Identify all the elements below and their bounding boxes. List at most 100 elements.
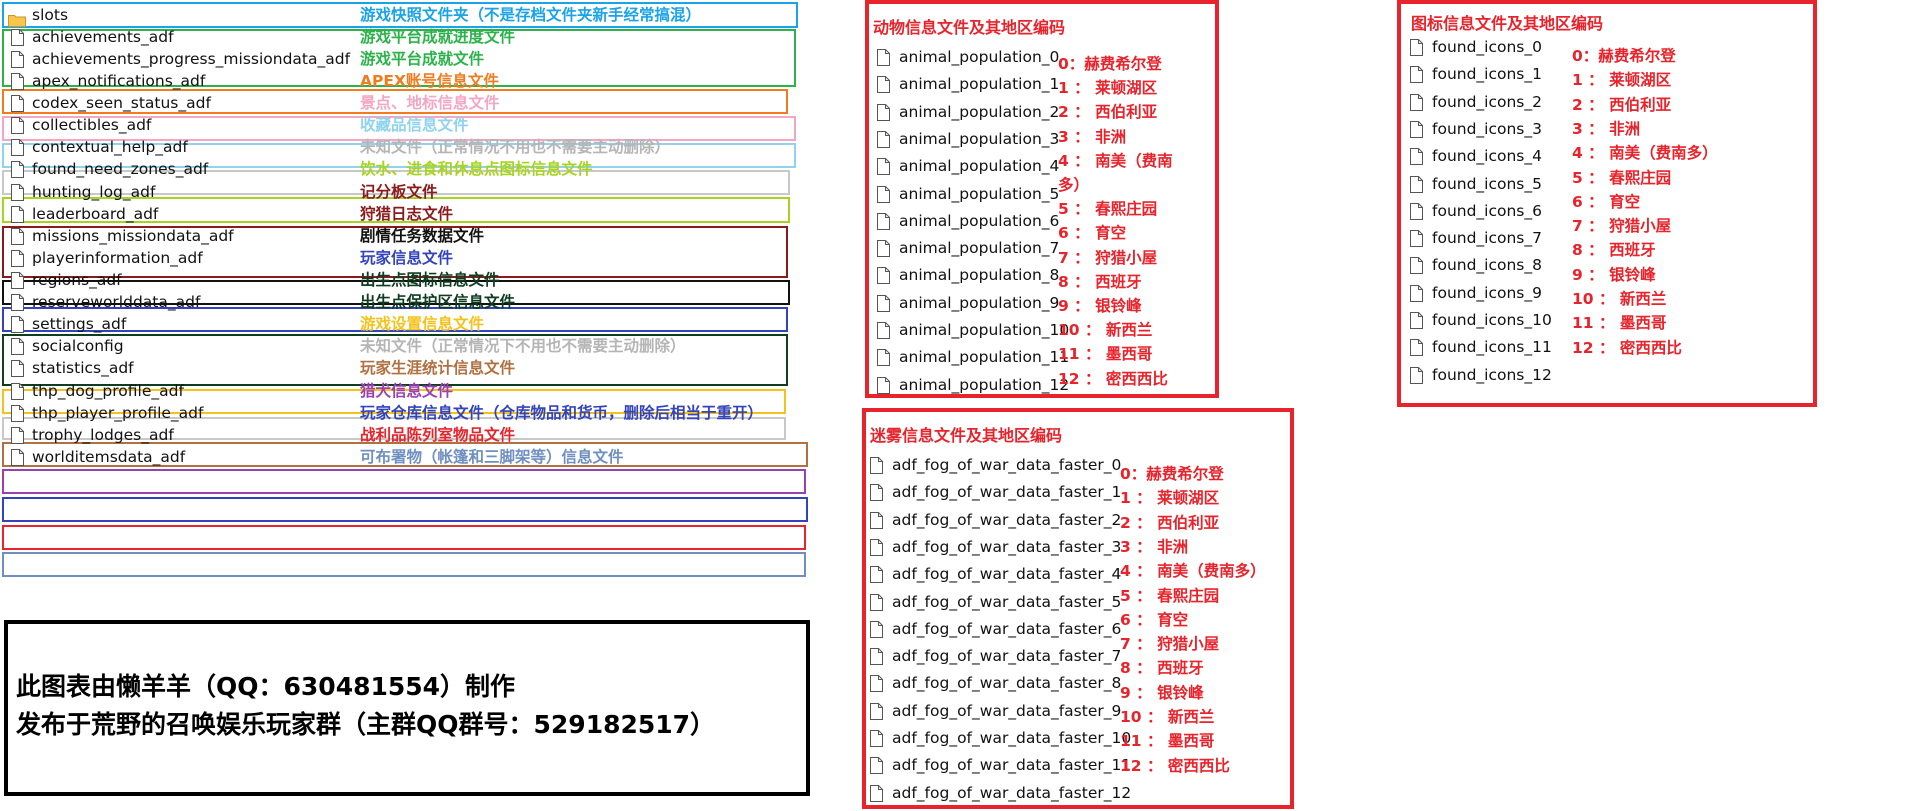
panel-file-name: animal_population_6 [899, 211, 1060, 230]
region-code: 0：赫费希尔登 [1058, 55, 1162, 73]
file-icon [11, 448, 24, 466]
file-icon [870, 483, 883, 502]
region-code: 2 ： 西伯利亚 [1572, 95, 1672, 114]
panel-file-name: adf_fog_of_war_data_faster_5 [892, 592, 1122, 611]
region-code: 6 ： 育空 [1058, 224, 1127, 243]
panel-file-name: found_icons_11 [1432, 338, 1552, 357]
panel-file-name: animal_population_8 [899, 266, 1060, 285]
region-code: 12 ： 密西西比 [1572, 338, 1682, 357]
file-icon [11, 50, 24, 68]
panel-file-name: found_icons_7 [1432, 229, 1542, 248]
region-code: 3 ： 非洲 [1572, 119, 1641, 138]
file-icon [1410, 175, 1423, 193]
panel-file-name: animal_population_2 [899, 102, 1060, 121]
region-code: 3 ： 非洲 [1120, 537, 1189, 556]
region-code: 1 ： 莱顿湖区 [1058, 79, 1158, 98]
panel-file-name: adf_fog_of_war_data_faster_7 [892, 647, 1122, 666]
region-code: 3 ： 非洲 [1058, 127, 1127, 146]
file-icon [1410, 202, 1423, 220]
file-icon [877, 294, 890, 312]
region-code: 11 ： 墨西哥 [1058, 345, 1153, 364]
panel-file-name: animal_population_0 [899, 48, 1060, 66]
credit-line-1: 此图表由懒羊羊（QQ：630481554）制作 [16, 672, 516, 701]
file-icon [1410, 229, 1423, 248]
icons-panel: 图标信息文件及其地区编码 found_icons_0 found_icons_1f… [1397, 0, 1817, 407]
box-player-profile [2, 497, 808, 522]
panel-file-name: adf_fog_of_war_data_faster_12 [892, 783, 1132, 802]
file-icon [11, 404, 24, 422]
panel-file-name: found_icons_5 [1432, 174, 1542, 193]
panel-file-name: found_icons_0 [1432, 38, 1542, 56]
file-icon [870, 784, 883, 802]
file-icon [1410, 147, 1423, 166]
file-icon [1410, 65, 1423, 84]
panel-file-name: animal_population_11 [899, 348, 1070, 367]
file-icon [870, 620, 883, 638]
region-code: 2 ： 西伯利亚 [1058, 103, 1158, 122]
region-code: 7 ： 狩猎小屋 [1120, 635, 1220, 654]
panel-file-name: found_icons_4 [1432, 147, 1542, 166]
panel-file-name: animal_population_4 [899, 157, 1060, 176]
panel-file-name: animal_population_12 [899, 375, 1070, 394]
file-icon [870, 674, 883, 693]
file-icon [11, 116, 24, 134]
region-code: 5 ： 春熙庄园 [1058, 200, 1158, 219]
file-icon [877, 75, 890, 94]
file-row[interactable]: worlditemsdata_adf 可布署物（帐篷和三脚架等）信息文件 [0, 444, 860, 471]
region-code: 6 ： 育空 [1120, 610, 1189, 629]
file-icon [11, 94, 24, 112]
file-description: 可布署物（帐篷和三脚架等）信息文件 [360, 448, 624, 466]
region-code: 4 ： 南美（费南多） [1572, 144, 1718, 163]
file-icon [1410, 38, 1423, 56]
file-icon [11, 426, 24, 444]
file-icon [11, 271, 24, 289]
panel-file-name: found_icons_10 [1432, 311, 1552, 329]
fog-panel-title: 迷雾信息文件及其地区编码 [870, 426, 1063, 445]
file-name: worlditemsdata_adf [32, 448, 186, 466]
file-icon [1410, 311, 1423, 329]
box-dog-profile [2, 469, 806, 494]
panel-file-name: animal_population_9 [899, 293, 1060, 312]
box-worlditems [2, 552, 806, 577]
region-code: 5 ： 春熙庄园 [1572, 168, 1672, 187]
panel-file-name: animal_population_7 [899, 239, 1060, 258]
file-icon [11, 382, 24, 400]
region-code: 1 ： 莱顿湖区 [1120, 489, 1220, 508]
file-icon [11, 160, 24, 178]
file-icon [1410, 93, 1423, 111]
file-icon [877, 239, 890, 258]
file-icon [877, 103, 890, 121]
file-icon [870, 538, 883, 556]
credit-line-2: 发布于荒野的召唤娱乐玩家群（主群QQ群号：529182517） [16, 710, 716, 739]
region-code: 11 ： 墨西哥 [1120, 732, 1215, 751]
file-icon [11, 359, 24, 377]
panel-file-name: adf_fog_of_war_data_faster_8 [892, 674, 1122, 693]
region-code: 5 ： 春熙庄园 [1120, 586, 1220, 605]
file-icon [1410, 120, 1423, 138]
file-icon [870, 702, 883, 720]
panel-file-name: found_icons_3 [1432, 119, 1542, 138]
folder-icon [8, 9, 26, 27]
panel-file-name: found_icons_1 [1432, 65, 1542, 84]
region-code: 6 ： 育空 [1572, 192, 1641, 211]
panel-file-name: found_icons_8 [1432, 256, 1542, 275]
file-icon [877, 321, 890, 339]
panel-file-name: adf_fog_of_war_data_faster_0 [892, 456, 1122, 474]
animal-panel: 动物信息文件及其地区编码 animal_population_0 animal_p… [865, 0, 1219, 398]
region-code: 多） [1058, 176, 1090, 194]
credit-box: 此图表由懒羊羊（QQ：630481554）制作 发布于荒野的召唤娱乐玩家群（主群… [4, 620, 810, 796]
panel-file-name: adf_fog_of_war_data_faster_1 [892, 483, 1122, 502]
region-code: 7 ： 狩猎小屋 [1058, 248, 1158, 267]
panel-file-name: adf_fog_of_war_data_faster_4 [892, 565, 1122, 584]
icons-panel-title: 图标信息文件及其地区编码 [1411, 14, 1604, 33]
file-icon [1410, 338, 1423, 357]
region-code: 12 ： 密西西比 [1058, 369, 1168, 388]
panel-file-name: found_icons_12 [1432, 365, 1552, 384]
panel-file-name: found_icons_2 [1432, 92, 1542, 111]
file-icon [11, 72, 24, 90]
region-code: 1 ： 莱顿湖区 [1572, 71, 1672, 90]
fog-panel: 迷雾信息文件及其地区编码 adf_fog_of_war_data_faster_… [862, 408, 1294, 809]
file-icon [870, 456, 883, 474]
panel-file-name: adf_fog_of_war_data_faster_6 [892, 619, 1122, 638]
panel-file-name: adf_fog_of_war_data_faster_11 [892, 756, 1132, 775]
